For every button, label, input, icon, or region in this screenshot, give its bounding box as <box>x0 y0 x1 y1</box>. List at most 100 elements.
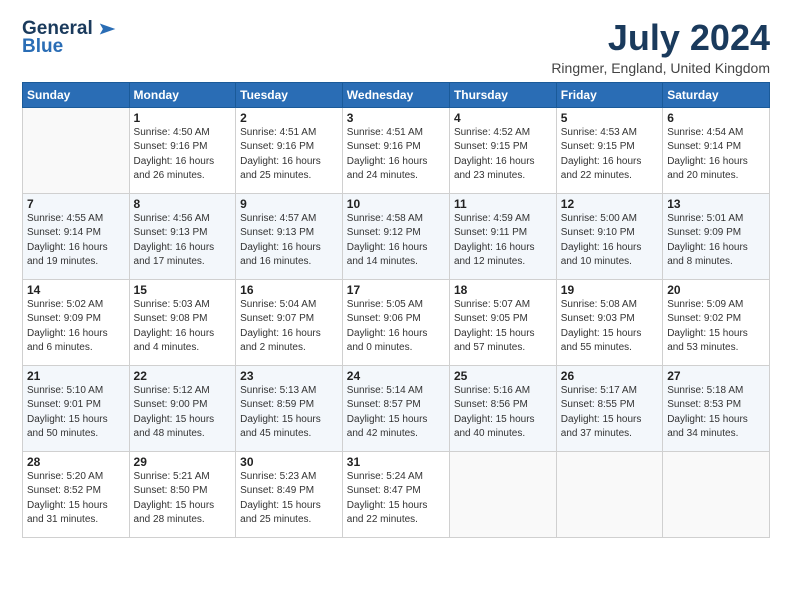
day-number: 23 <box>240 369 338 383</box>
weekday-header-thursday: Thursday <box>449 82 556 107</box>
calendar-cell: 10Sunrise: 4:58 AM Sunset: 9:12 PM Dayli… <box>342 193 449 279</box>
logo-arrow-icon <box>95 22 117 36</box>
day-info: Sunrise: 5:21 AM Sunset: 8:50 PM Dayligh… <box>134 470 232 528</box>
day-number: 2 <box>240 111 338 125</box>
day-number: 16 <box>240 283 338 297</box>
day-info: Sunrise: 5:12 AM Sunset: 9:00 PM Dayligh… <box>134 384 232 442</box>
calendar-cell: 5Sunrise: 4:53 AM Sunset: 9:15 PM Daylig… <box>556 107 662 193</box>
calendar-week-row: 1Sunrise: 4:50 AM Sunset: 9:16 PM Daylig… <box>23 107 770 193</box>
calendar-cell: 23Sunrise: 5:13 AM Sunset: 8:59 PM Dayli… <box>236 365 343 451</box>
day-number: 17 <box>347 283 445 297</box>
day-number: 24 <box>347 369 445 383</box>
calendar-cell: 22Sunrise: 5:12 AM Sunset: 9:00 PM Dayli… <box>129 365 236 451</box>
logo-blue: Blue <box>22 36 63 58</box>
day-info: Sunrise: 5:02 AM Sunset: 9:09 PM Dayligh… <box>27 298 125 356</box>
calendar-cell: 9Sunrise: 4:57 AM Sunset: 9:13 PM Daylig… <box>236 193 343 279</box>
calendar-cell: 11Sunrise: 4:59 AM Sunset: 9:11 PM Dayli… <box>449 193 556 279</box>
day-number: 4 <box>454 111 552 125</box>
day-info: Sunrise: 5:09 AM Sunset: 9:02 PM Dayligh… <box>667 298 765 356</box>
day-number: 14 <box>27 283 125 297</box>
calendar-cell: 29Sunrise: 5:21 AM Sunset: 8:50 PM Dayli… <box>129 451 236 537</box>
calendar-cell: 31Sunrise: 5:24 AM Sunset: 8:47 PM Dayli… <box>342 451 449 537</box>
day-info: Sunrise: 5:07 AM Sunset: 9:05 PM Dayligh… <box>454 298 552 356</box>
day-number: 18 <box>454 283 552 297</box>
day-info: Sunrise: 5:13 AM Sunset: 8:59 PM Dayligh… <box>240 384 338 442</box>
day-number: 21 <box>27 369 125 383</box>
day-info: Sunrise: 5:01 AM Sunset: 9:09 PM Dayligh… <box>667 212 765 270</box>
calendar-cell: 1Sunrise: 4:50 AM Sunset: 9:16 PM Daylig… <box>129 107 236 193</box>
day-number: 9 <box>240 197 338 211</box>
day-info: Sunrise: 5:24 AM Sunset: 8:47 PM Dayligh… <box>347 470 445 528</box>
calendar-cell: 4Sunrise: 4:52 AM Sunset: 9:15 PM Daylig… <box>449 107 556 193</box>
calendar-cell: 26Sunrise: 5:17 AM Sunset: 8:55 PM Dayli… <box>556 365 662 451</box>
calendar: SundayMondayTuesdayWednesdayThursdayFrid… <box>22 82 770 538</box>
day-number: 12 <box>561 197 658 211</box>
day-number: 1 <box>134 111 232 125</box>
weekday-header-friday: Friday <box>556 82 662 107</box>
weekday-header-wednesday: Wednesday <box>342 82 449 107</box>
day-info: Sunrise: 5:23 AM Sunset: 8:49 PM Dayligh… <box>240 470 338 528</box>
calendar-cell: 19Sunrise: 5:08 AM Sunset: 9:03 PM Dayli… <box>556 279 662 365</box>
month-year: July 2024 <box>551 18 770 58</box>
calendar-cell: 27Sunrise: 5:18 AM Sunset: 8:53 PM Dayli… <box>663 365 770 451</box>
calendar-week-row: 7Sunrise: 4:55 AM Sunset: 9:14 PM Daylig… <box>23 193 770 279</box>
calendar-cell: 30Sunrise: 5:23 AM Sunset: 8:49 PM Dayli… <box>236 451 343 537</box>
day-info: Sunrise: 4:54 AM Sunset: 9:14 PM Dayligh… <box>667 126 765 184</box>
day-number: 6 <box>667 111 765 125</box>
day-number: 8 <box>134 197 232 211</box>
day-info: Sunrise: 5:16 AM Sunset: 8:56 PM Dayligh… <box>454 384 552 442</box>
day-number: 5 <box>561 111 658 125</box>
day-info: Sunrise: 5:18 AM Sunset: 8:53 PM Dayligh… <box>667 384 765 442</box>
calendar-cell: 15Sunrise: 5:03 AM Sunset: 9:08 PM Dayli… <box>129 279 236 365</box>
day-info: Sunrise: 4:50 AM Sunset: 9:16 PM Dayligh… <box>134 126 232 184</box>
calendar-week-row: 28Sunrise: 5:20 AM Sunset: 8:52 PM Dayli… <box>23 451 770 537</box>
day-info: Sunrise: 4:52 AM Sunset: 9:15 PM Dayligh… <box>454 126 552 184</box>
day-info: Sunrise: 4:51 AM Sunset: 9:16 PM Dayligh… <box>347 126 445 184</box>
day-number: 26 <box>561 369 658 383</box>
day-info: Sunrise: 4:58 AM Sunset: 9:12 PM Dayligh… <box>347 212 445 270</box>
calendar-cell: 20Sunrise: 5:09 AM Sunset: 9:02 PM Dayli… <box>663 279 770 365</box>
calendar-cell: 28Sunrise: 5:20 AM Sunset: 8:52 PM Dayli… <box>23 451 130 537</box>
calendar-cell: 7Sunrise: 4:55 AM Sunset: 9:14 PM Daylig… <box>23 193 130 279</box>
calendar-cell: 14Sunrise: 5:02 AM Sunset: 9:09 PM Dayli… <box>23 279 130 365</box>
day-number: 3 <box>347 111 445 125</box>
day-info: Sunrise: 4:57 AM Sunset: 9:13 PM Dayligh… <box>240 212 338 270</box>
calendar-cell: 25Sunrise: 5:16 AM Sunset: 8:56 PM Dayli… <box>449 365 556 451</box>
day-number: 28 <box>27 455 125 469</box>
day-info: Sunrise: 5:08 AM Sunset: 9:03 PM Dayligh… <box>561 298 658 356</box>
calendar-cell <box>663 451 770 537</box>
weekday-header-monday: Monday <box>129 82 236 107</box>
day-number: 25 <box>454 369 552 383</box>
calendar-cell: 24Sunrise: 5:14 AM Sunset: 8:57 PM Dayli… <box>342 365 449 451</box>
weekday-header-sunday: Sunday <box>23 82 130 107</box>
calendar-cell: 17Sunrise: 5:05 AM Sunset: 9:06 PM Dayli… <box>342 279 449 365</box>
day-info: Sunrise: 5:20 AM Sunset: 8:52 PM Dayligh… <box>27 470 125 528</box>
day-info: Sunrise: 4:51 AM Sunset: 9:16 PM Dayligh… <box>240 126 338 184</box>
header: General Blue July 2024 Ringmer, England,… <box>22 18 770 76</box>
calendar-cell: 8Sunrise: 4:56 AM Sunset: 9:13 PM Daylig… <box>129 193 236 279</box>
day-info: Sunrise: 4:59 AM Sunset: 9:11 PM Dayligh… <box>454 212 552 270</box>
calendar-cell: 6Sunrise: 4:54 AM Sunset: 9:14 PM Daylig… <box>663 107 770 193</box>
location: Ringmer, England, United Kingdom <box>551 60 770 76</box>
day-info: Sunrise: 5:10 AM Sunset: 9:01 PM Dayligh… <box>27 384 125 442</box>
calendar-cell <box>23 107 130 193</box>
day-number: 30 <box>240 455 338 469</box>
day-number: 29 <box>134 455 232 469</box>
weekday-header-saturday: Saturday <box>663 82 770 107</box>
day-info: Sunrise: 5:14 AM Sunset: 8:57 PM Dayligh… <box>347 384 445 442</box>
day-number: 15 <box>134 283 232 297</box>
title-block: July 2024 Ringmer, England, United Kingd… <box>551 18 770 76</box>
weekday-header-tuesday: Tuesday <box>236 82 343 107</box>
calendar-cell: 21Sunrise: 5:10 AM Sunset: 9:01 PM Dayli… <box>23 365 130 451</box>
calendar-cell: 13Sunrise: 5:01 AM Sunset: 9:09 PM Dayli… <box>663 193 770 279</box>
day-number: 20 <box>667 283 765 297</box>
day-info: Sunrise: 5:03 AM Sunset: 9:08 PM Dayligh… <box>134 298 232 356</box>
day-number: 31 <box>347 455 445 469</box>
calendar-cell <box>449 451 556 537</box>
calendar-cell: 2Sunrise: 4:51 AM Sunset: 9:16 PM Daylig… <box>236 107 343 193</box>
day-number: 10 <box>347 197 445 211</box>
day-number: 22 <box>134 369 232 383</box>
day-info: Sunrise: 5:04 AM Sunset: 9:07 PM Dayligh… <box>240 298 338 356</box>
day-number: 19 <box>561 283 658 297</box>
day-info: Sunrise: 5:17 AM Sunset: 8:55 PM Dayligh… <box>561 384 658 442</box>
